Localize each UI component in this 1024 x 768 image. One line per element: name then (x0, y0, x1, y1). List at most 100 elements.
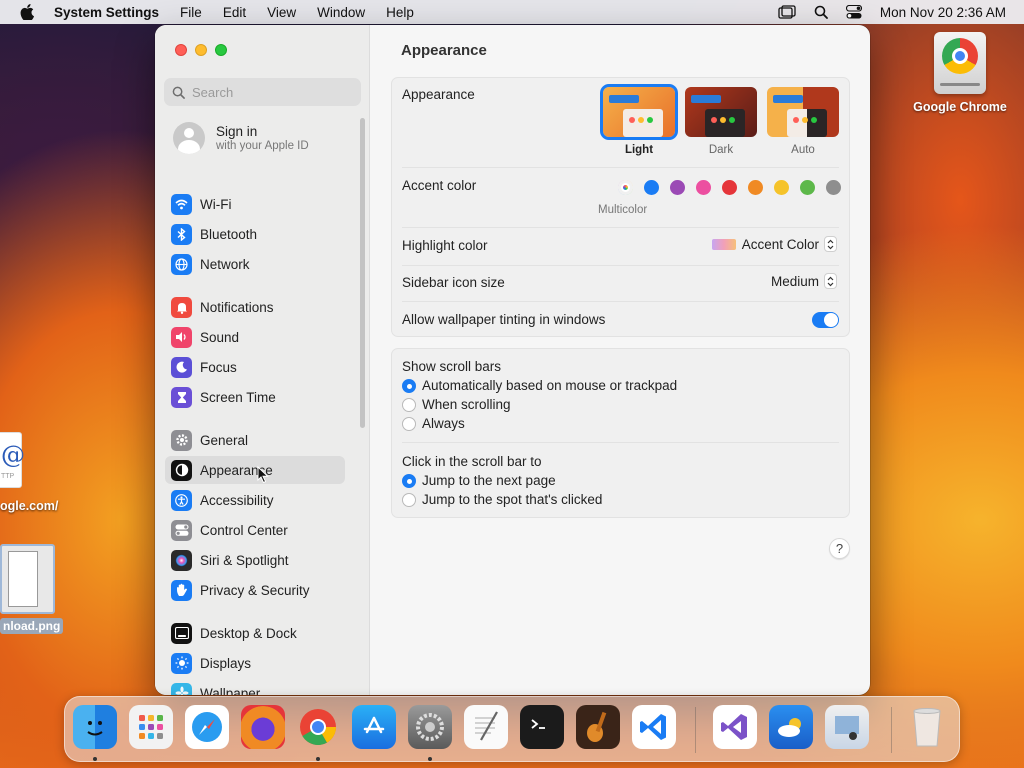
minimize-button[interactable] (195, 44, 207, 56)
chevron-updown-icon (824, 236, 837, 252)
zoom-button[interactable] (215, 44, 227, 56)
control-center-icon (171, 519, 192, 541)
theme-auto-thumb (767, 87, 839, 137)
preview-icon[interactable] (825, 705, 869, 749)
menu-edit[interactable]: Edit (223, 5, 246, 20)
system-settings-icon[interactable] (408, 705, 452, 749)
sidebar-item-wi-fi[interactable]: Wi-Fi (165, 190, 345, 218)
bluetooth-icon (171, 223, 192, 245)
radio-unselected[interactable] (402, 416, 416, 431)
sidebar-item-focus[interactable]: Focus (165, 353, 345, 381)
click-option-next-page[interactable]: Jump to the next page (402, 473, 556, 488)
scroll-option-auto[interactable]: Automatically based on mouse or trackpad (402, 378, 677, 393)
sidebar-item-label: Displays (200, 655, 252, 671)
accent-purple-swatch[interactable] (670, 180, 685, 195)
speaker-icon (171, 326, 192, 348)
desktop-file2-label[interactable]: nload.png (0, 618, 64, 634)
sidebar-scrollbar[interactable] (360, 118, 365, 428)
visual-studio-icon[interactable] (713, 705, 757, 749)
highlight-color-select[interactable]: Accent Color (711, 236, 837, 252)
apple-menu-icon[interactable] (17, 2, 37, 22)
scroll-option-always-label: Always (422, 416, 465, 431)
theme-light[interactable]: Light (600, 84, 678, 156)
webloc-at-glyph: @ (1, 441, 25, 469)
vscode-icon[interactable] (632, 705, 676, 749)
png-file-icon[interactable] (0, 544, 55, 614)
safari-icon[interactable] (185, 705, 229, 749)
scroll-option-always[interactable]: Always (402, 416, 465, 431)
radio-unselected[interactable] (402, 492, 416, 507)
sidebar-icon-size-value: Medium (770, 273, 819, 289)
apple-id-signin[interactable]: Sign in with your Apple ID (173, 122, 309, 154)
sidebar-item-bluetooth[interactable]: Bluetooth (165, 220, 345, 248)
sidebar-item-appearance[interactable]: Appearance (165, 456, 345, 484)
accent-yellow-swatch[interactable] (774, 180, 789, 195)
sidebar-item-siri-spotlight[interactable]: Siri & Spotlight (165, 546, 345, 574)
radio-selected[interactable] (402, 378, 416, 393)
trash-icon[interactable] (905, 705, 949, 749)
sidebar-item-label: Accessibility (200, 492, 274, 508)
radio-selected[interactable] (402, 473, 416, 488)
search-input[interactable]: Search (164, 78, 361, 106)
highlight-swatch (711, 238, 736, 250)
wallpaper-tinting-label: Allow wallpaper tinting in windows (402, 312, 606, 327)
accent-blue-swatch[interactable] (644, 180, 659, 195)
running-indicator (93, 757, 97, 761)
sidebar-item-label: General (200, 432, 249, 448)
garageband-icon[interactable] (576, 705, 620, 749)
menu-clock[interactable]: Mon Nov 20 2:36 AM (880, 5, 1006, 20)
click-option-spot[interactable]: Jump to the spot that's clicked (402, 492, 602, 507)
sidebar-item-general[interactable]: General (165, 426, 345, 454)
accent-multicolor-swatch[interactable] (618, 180, 633, 195)
screen-mirroring-icon[interactable] (778, 5, 796, 19)
accent-graphite-swatch[interactable] (826, 180, 841, 195)
desktop-chrome-drive[interactable]: Google Chrome (905, 32, 1015, 114)
wifi-icon (171, 193, 192, 215)
firefox-icon[interactable] (241, 705, 285, 749)
accent-green-swatch[interactable] (800, 180, 815, 195)
menu-app-name[interactable]: System Settings (54, 5, 159, 20)
sidebar-item-desktop-dock[interactable]: Desktop & Dock (165, 619, 345, 647)
theme-dark[interactable]: Dark (684, 87, 758, 156)
finder-icon[interactable] (73, 705, 117, 749)
sidebar-item-privacy-security[interactable]: Privacy & Security (165, 576, 345, 604)
sidebar-icon-size-select[interactable]: Medium (771, 273, 837, 289)
theme-auto[interactable]: Auto (766, 87, 840, 156)
sidebar-item-sound[interactable]: Sound (165, 323, 345, 351)
accent-red-swatch[interactable] (722, 180, 737, 195)
desktop-file1-label[interactable]: ogle.com/ (0, 499, 58, 513)
spotlight-search-icon[interactable] (814, 5, 828, 19)
sidebar-item-wallpaper[interactable]: Wallpaper (165, 679, 345, 695)
wallpaper-tinting-toggle[interactable] (812, 312, 839, 328)
textedit-icon[interactable] (464, 705, 508, 749)
sidebar-item-notifications[interactable]: Notifications (165, 293, 345, 321)
sidebar-item-label: Notifications (200, 299, 274, 315)
scroll-option-when-scrolling[interactable]: When scrolling (402, 397, 511, 412)
sidebar-item-control-center[interactable]: Control Center (165, 516, 345, 544)
terminal-icon[interactable] (520, 705, 564, 749)
chrome-icon[interactable] (296, 705, 340, 749)
sidebar-item-screen-time[interactable]: Screen Time (165, 383, 345, 411)
close-button[interactable] (175, 44, 187, 56)
sidebar-item-displays[interactable]: Displays (165, 649, 345, 677)
launchpad-icon[interactable] (129, 705, 173, 749)
sidebar-item-network[interactable]: Network (165, 250, 345, 278)
dock (64, 696, 960, 762)
menu-view[interactable]: View (267, 5, 296, 20)
help-button[interactable]: ? (829, 538, 850, 559)
weather-icon[interactable] (769, 705, 813, 749)
app-store-icon[interactable] (352, 705, 396, 749)
menu-help[interactable]: Help (386, 5, 414, 20)
accent-selected-label: Multicolor (598, 204, 648, 216)
sidebar-item-accessibility[interactable]: Accessibility (165, 486, 345, 514)
control-center-menu-icon[interactable] (845, 5, 862, 19)
click-option-spot-label: Jump to the spot that's clicked (422, 492, 603, 507)
accent-orange-swatch[interactable] (748, 180, 763, 195)
webloc-file-icon[interactable]: @ TTP (0, 432, 25, 488)
accent-pink-swatch[interactable] (696, 180, 711, 195)
radio-unselected[interactable] (402, 397, 416, 412)
menu-file[interactable]: File (180, 5, 202, 20)
sidebar: Search Sign in with your Apple ID Wi-Fi B… (155, 25, 370, 695)
running-indicator (316, 757, 320, 761)
menu-window[interactable]: Window (317, 5, 365, 20)
